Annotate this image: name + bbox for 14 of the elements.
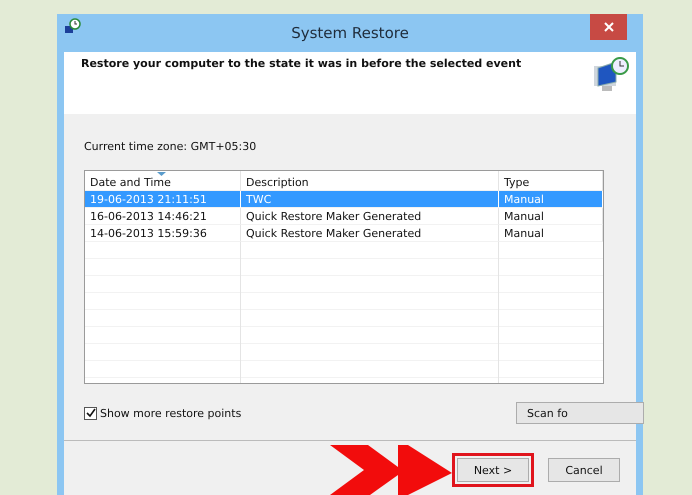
dialog-button[interactable]: Cancel (548, 458, 620, 482)
checkbox-label: Show more restore points (100, 406, 242, 420)
checkbox[interactable] (84, 406, 97, 420)
timezone-label: Current time zone: GMT+05:30 (84, 140, 258, 153)
computer-restore-icon (592, 56, 630, 94)
arrow-icon (330, 445, 452, 495)
window-title: System Restore (291, 24, 409, 42)
dialog-button[interactable]: Next > (457, 458, 529, 482)
header-text: Restore your computer to the state it was in before the selected event (81, 57, 522, 70)
restore-icon (64, 18, 82, 36)
scan-button[interactable]: Scan fo (516, 402, 644, 424)
close-button[interactable] (590, 14, 627, 40)
sort-arrow-icon (157, 172, 166, 176)
close-icon (604, 22, 614, 32)
